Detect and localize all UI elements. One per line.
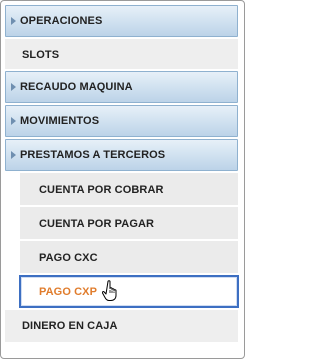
arrow-right-icon [11, 117, 16, 125]
submenu-item-cuenta-por-cobrar[interactable]: CUENTA POR COBRAR [20, 173, 238, 207]
menu-section-label: OPERACIONES [20, 15, 103, 27]
submenu-item-label: PAGO CXC [39, 252, 98, 264]
hand-pointer-icon [102, 280, 117, 301]
arrow-right-icon [11, 17, 16, 25]
menu-section-operaciones[interactable]: OPERACIONES [5, 5, 238, 37]
menu-item-dinero-en-caja[interactable]: DINERO EN CAJA [5, 310, 238, 342]
submenu-item-pago-cxp[interactable]: PAGO CXP [19, 275, 239, 308]
menu-section-label: RECAUDO MAQUINA [20, 81, 133, 93]
menu-section-movimientos[interactable]: MOVIMIENTOS [5, 105, 238, 137]
submenu-item-cuenta-por-pagar[interactable]: CUENTA POR PAGAR [20, 207, 238, 241]
menu-item-label: SLOTS [22, 49, 60, 61]
submenu-item-label: CUENTA POR COBRAR [39, 184, 164, 196]
menu-section-prestamos[interactable]: PRESTAMOS A TERCEROS [5, 139, 238, 171]
menu-item-slots[interactable]: SLOTS [5, 39, 238, 71]
submenu-item-pago-cxc[interactable]: PAGO CXC [20, 241, 238, 275]
navigation-menu: OPERACIONES SLOTS RECAUDO MAQUINA MOVIMI… [5, 5, 239, 342]
menu-section-label: MOVIMIENTOS [20, 115, 100, 127]
submenu-item-label: PAGO CXP [39, 286, 98, 298]
menu-panel: OPERACIONES SLOTS RECAUDO MAQUINA MOVIMI… [0, 0, 245, 359]
menu-section-recaudo-maquina[interactable]: RECAUDO MAQUINA [5, 71, 238, 103]
menu-item-label: DINERO EN CAJA [22, 320, 118, 332]
submenu-item-label: CUENTA POR PAGAR [39, 218, 155, 230]
menu-section-label: PRESTAMOS A TERCEROS [20, 149, 166, 161]
arrow-right-icon [11, 151, 16, 159]
arrow-right-icon [11, 83, 16, 91]
